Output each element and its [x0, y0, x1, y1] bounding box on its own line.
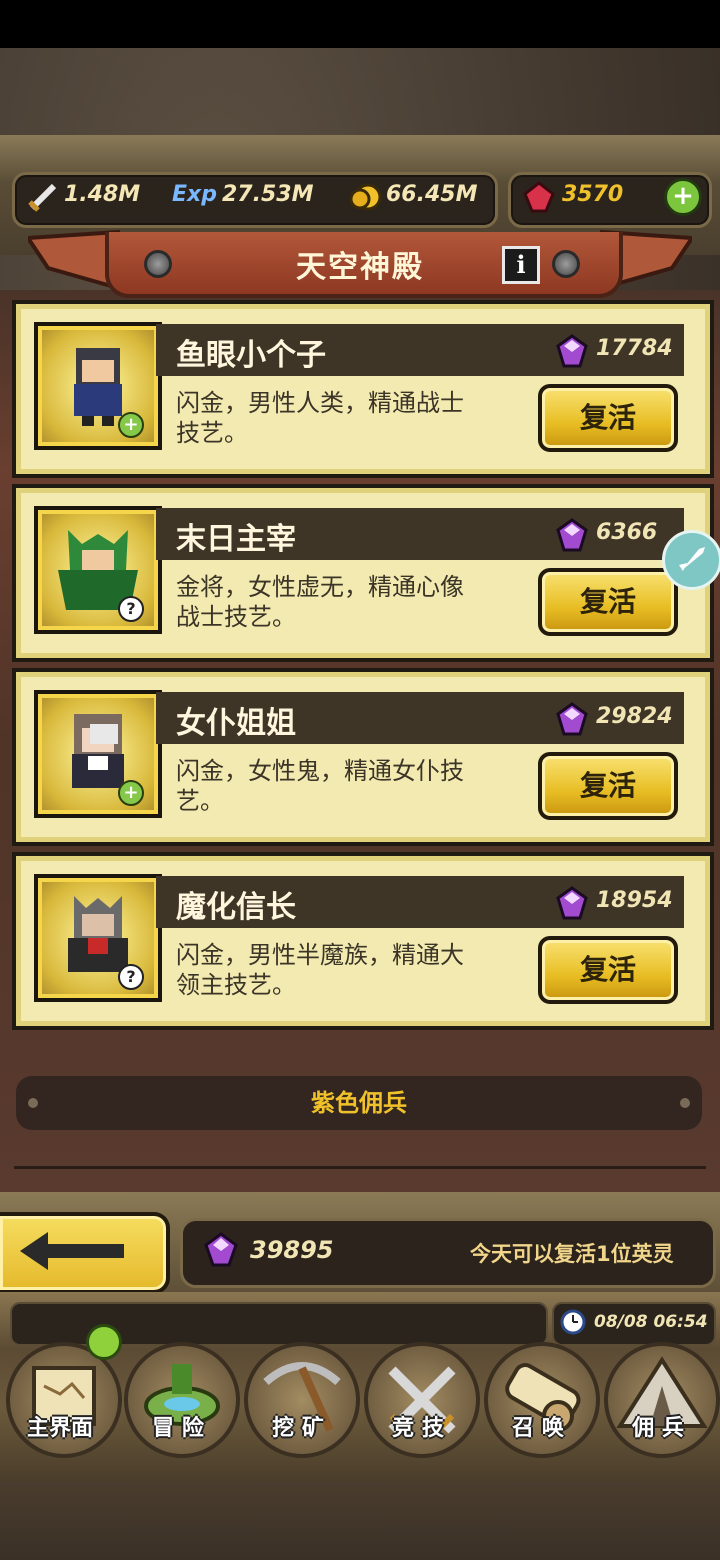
add-rubies-button[interactable]: + — [664, 178, 702, 216]
unknown-badge: ? — [118, 964, 144, 990]
crystal-icon — [556, 518, 588, 552]
dot-icon — [28, 1098, 38, 1108]
tab-label: 挖 矿 — [272, 1416, 324, 1441]
crystal-balance: 39895 — [250, 1236, 334, 1264]
datetime: 08/08 06:54 — [594, 1312, 708, 1332]
revive-button[interactable]: 复活 — [538, 568, 678, 636]
coin-icon — [349, 183, 382, 211]
crystal-icon — [556, 702, 588, 736]
upgrade-badge: + — [118, 412, 144, 438]
crystal-icon — [556, 886, 588, 920]
tab-label: 竞 技 — [392, 1416, 444, 1441]
sword-icon — [28, 183, 57, 212]
ruby-value: 3570 — [562, 182, 624, 207]
desc-line: 金将，女性虚无，精通心像 — [176, 573, 464, 601]
hero-name: 末日主宰 — [176, 522, 296, 557]
back-arrow-icon — [20, 1232, 124, 1270]
revive-notice: 今天可以复活1位英灵 — [470, 1242, 674, 1266]
info-button[interactable]: i — [502, 246, 540, 284]
revive-button[interactable]: 复活 — [538, 752, 678, 820]
hero-portrait[interactable] — [34, 506, 162, 634]
desc-line: 战士技艺。 — [176, 603, 296, 631]
revive-button[interactable]: 复活 — [538, 936, 678, 1004]
rocket-icon — [679, 547, 705, 571]
hero-portrait[interactable] — [34, 690, 162, 818]
desc-line: 闪金，男性半魔族，精通大 — [176, 941, 464, 969]
unknown-badge: ? — [118, 596, 144, 622]
hero-description: 闪金，男性半魔族，精通大 领主技艺。 — [176, 940, 516, 1000]
hero-name: 鱼眼小个子 — [176, 338, 326, 373]
divider — [14, 1166, 706, 1169]
tab-label: 佣 兵 — [632, 1416, 684, 1441]
footer-map — [0, 1482, 720, 1560]
desc-line: 闪金，男性人类，精通战士 — [176, 389, 464, 417]
tab-label: 主界面 — [26, 1416, 93, 1441]
coin-value: 66.45M — [386, 182, 478, 207]
crystal-icon — [556, 334, 588, 368]
hero-description: 闪金，男性人类，精通战士 技艺。 — [176, 388, 516, 448]
upgrade-badge: + — [118, 780, 144, 806]
tab-label: 冒 险 — [152, 1416, 204, 1441]
sword-value: 1.48M — [64, 182, 141, 207]
rocket-float-button[interactable] — [662, 530, 720, 590]
exp-value: 27.53M — [222, 182, 314, 207]
hero-cost: 18954 — [596, 888, 673, 913]
hero-cost: 29824 — [596, 704, 673, 729]
desc-line: 艺。 — [176, 787, 224, 815]
hero-description: 闪金，女性鬼，精通女仆技 艺。 — [176, 756, 516, 816]
clock-icon — [560, 1309, 586, 1335]
back-button[interactable] — [0, 1212, 170, 1294]
desc-line: 闪金，女性鬼，精通女仆技 — [176, 757, 464, 785]
hero-portrait[interactable] — [34, 322, 162, 450]
revive-button[interactable]: 复活 — [538, 384, 678, 452]
hero-cost: 6366 — [596, 520, 658, 545]
section-purple-mercenaries[interactable]: 紫色佣兵 — [16, 1076, 702, 1130]
desc-line: 技艺。 — [176, 419, 248, 447]
exp-icon: Exp — [172, 182, 217, 207]
hero-description: 金将，女性虚无，精通心像 战士技艺。 — [176, 572, 516, 632]
crystal-icon — [204, 1232, 238, 1267]
ruby-icon — [523, 181, 555, 213]
notification-dot — [86, 1324, 122, 1360]
dot-icon — [680, 1098, 690, 1108]
hero-name: 女仆姐姐 — [176, 706, 296, 741]
tab-label: 召 唤 — [512, 1416, 564, 1441]
desc-line: 领主技艺。 — [176, 971, 296, 999]
hero-name: 魔化信长 — [176, 890, 296, 925]
hero-portrait[interactable] — [34, 874, 162, 1002]
hero-cost: 17784 — [596, 336, 673, 361]
